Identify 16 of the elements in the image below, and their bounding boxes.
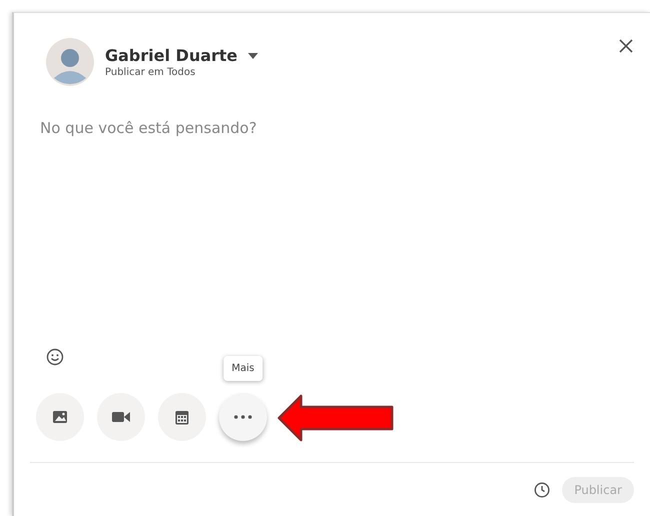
caret-icon[interactable] xyxy=(248,52,258,58)
audience-label: Publicar em Todos xyxy=(105,67,196,78)
image-icon xyxy=(52,410,68,424)
author-name: Gabriel Duarte xyxy=(105,46,238,65)
avatar-icon xyxy=(46,38,94,86)
photo-button[interactable] xyxy=(36,393,84,441)
close-icon xyxy=(619,39,633,53)
calendar-icon xyxy=(175,410,189,424)
video-button[interactable] xyxy=(97,393,145,441)
more-dots-icon xyxy=(234,415,252,419)
post-text-field[interactable]: No que você está pensando? xyxy=(40,119,440,137)
clock-icon[interactable] xyxy=(534,482,550,498)
event-button[interactable] xyxy=(158,393,206,441)
tooltip: Mais xyxy=(224,356,262,381)
video-camera-icon xyxy=(112,411,130,423)
emoji-icon[interactable] xyxy=(46,348,64,366)
